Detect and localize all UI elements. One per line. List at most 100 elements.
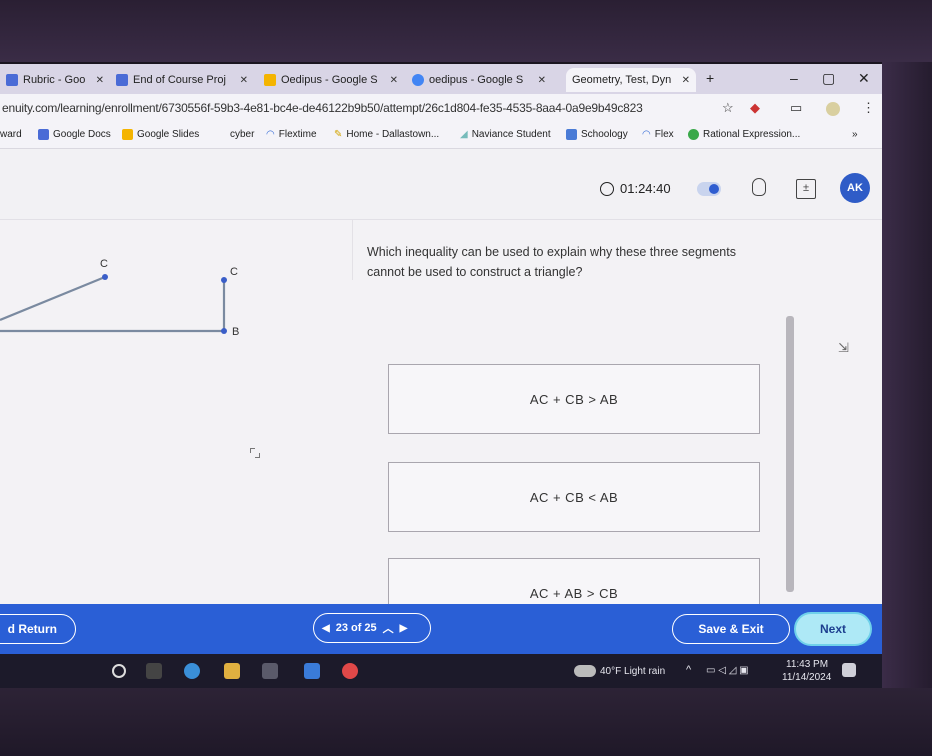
tab-label: Rubric - Goo bbox=[23, 74, 86, 86]
timer-icon bbox=[600, 181, 614, 196]
bookmark-flextime[interactable]: ◠ Flextime bbox=[266, 129, 317, 140]
docs-icon bbox=[38, 129, 49, 140]
monitor-bezel-bottom bbox=[0, 688, 932, 756]
lightbulb-hint-icon[interactable] bbox=[752, 178, 766, 196]
menu-kebab-icon[interactable]: ⋮ bbox=[862, 100, 875, 116]
tab-oedipus-slides[interactable]: Oedipus - Google S ✕ bbox=[258, 68, 404, 92]
label-b: B bbox=[232, 326, 240, 338]
bookmark-schoology[interactable]: Schoology bbox=[566, 129, 628, 140]
tab-label: Geometry, Test, Dyn bbox=[572, 74, 672, 86]
taskbar: 40°F Light rain ^ ▭ ◁ ◿ ▣ 11:43 PM 11/14… bbox=[0, 654, 882, 688]
bookmark-ward[interactable]: ward bbox=[0, 129, 22, 140]
monitor-bezel-right bbox=[882, 62, 932, 688]
label-c-left: C bbox=[100, 258, 108, 270]
bookmark-flex[interactable]: ◠ Flex bbox=[642, 129, 674, 140]
chevron-up-icon[interactable]: ︿ bbox=[383, 620, 394, 636]
url-field[interactable]: enuity.com/learning/enrollment/6730556f-… bbox=[2, 101, 643, 115]
sidepanel-icon[interactable]: ▭ bbox=[790, 100, 802, 116]
question-content: C C B Which inequality can be used to ex… bbox=[0, 220, 882, 628]
clock-time[interactable]: 11:43 PM bbox=[786, 659, 828, 670]
timer-toggle[interactable] bbox=[697, 182, 721, 196]
choice-text: AC + CB < AB bbox=[529, 489, 619, 505]
app-icon[interactable] bbox=[304, 663, 320, 679]
bookmark-google-slides[interactable]: Google Slides bbox=[122, 129, 199, 140]
calculator-icon[interactable]: ± bbox=[796, 179, 816, 199]
tab-rubric[interactable]: Rubric - Goo ✕ bbox=[0, 68, 110, 92]
previous-arrow-icon[interactable]: ◀ bbox=[322, 623, 330, 634]
bookmarks-bar: ward Google Docs Google Slides cyber ◠ Fl… bbox=[0, 124, 882, 149]
slides-favicon-icon bbox=[264, 74, 276, 86]
question-pager[interactable]: ◀ 23 of 25 ︿ ▶ bbox=[313, 613, 431, 643]
choice-text: AC + CB > AB bbox=[529, 391, 619, 407]
bookmarks-overflow-button[interactable]: » bbox=[852, 129, 858, 140]
avatar[interactable]: AK bbox=[840, 173, 870, 203]
bookmark-rational-expressions[interactable]: Rational Expression... bbox=[688, 129, 800, 140]
question-text: Which inequality can be used to explain … bbox=[367, 245, 736, 279]
return-button[interactable]: d Return bbox=[0, 614, 76, 644]
mouse-cursor-icon: ⇲ bbox=[838, 340, 849, 355]
segment-ac bbox=[0, 275, 106, 322]
close-tab-icon[interactable]: ✕ bbox=[682, 75, 690, 86]
tab-label: oedipus - Google S bbox=[429, 74, 524, 86]
arc-icon: ◠ bbox=[642, 129, 651, 140]
app-header: 01:24:40 ± AK bbox=[0, 149, 882, 220]
screen: Rubric - Goo ✕ End of Course Proj ✕ Oedi… bbox=[0, 64, 882, 688]
tab-label: Oedipus - Google S bbox=[281, 74, 378, 86]
chrome-icon[interactable] bbox=[184, 663, 200, 679]
file-explorer-icon[interactable] bbox=[224, 663, 240, 679]
close-tab-icon[interactable]: ✕ bbox=[240, 75, 248, 86]
feather-icon: ✎ bbox=[334, 129, 343, 140]
answer-choice-2[interactable]: AC + CB < AB bbox=[388, 462, 760, 532]
tab-end-of-course[interactable]: End of Course Proj ✕ bbox=[110, 68, 254, 92]
weather-text[interactable]: 40°F Light rain bbox=[600, 666, 665, 677]
point-c-left bbox=[102, 274, 108, 280]
point-c-right bbox=[221, 277, 227, 283]
store-icon[interactable] bbox=[262, 663, 278, 679]
bookmark-dallastown[interactable]: ✎ Home - Dallastown... bbox=[334, 129, 439, 140]
new-tab-button[interactable]: + bbox=[706, 70, 714, 86]
next-button[interactable]: Next bbox=[794, 612, 872, 646]
extension-icon[interactable]: ◆ bbox=[750, 100, 760, 116]
tab-geometry-test[interactable]: Geometry, Test, Dyn ✕ bbox=[566, 68, 696, 92]
timer: 01:24:40 bbox=[600, 181, 671, 196]
pane-divider bbox=[352, 220, 353, 280]
bookmark-naviance[interactable]: ◢ Naviance Student bbox=[460, 129, 551, 140]
bookmark-star-icon[interactable]: ☆ bbox=[722, 100, 734, 116]
profile-icon[interactable] bbox=[826, 102, 840, 116]
notification-icon[interactable] bbox=[842, 663, 856, 677]
tab-oedipus-search[interactable]: oedipus - Google S ✕ bbox=[406, 68, 552, 92]
save-exit-button[interactable]: Save & Exit bbox=[672, 614, 790, 644]
bookmark-cyber[interactable]: cyber bbox=[230, 129, 254, 140]
maximize-button[interactable]: ▢ bbox=[822, 70, 835, 87]
scrollbar-thumb[interactable] bbox=[786, 316, 794, 592]
close-tab-icon[interactable]: ✕ bbox=[390, 75, 398, 86]
search-circle-icon[interactable] bbox=[112, 664, 126, 678]
close-tab-icon[interactable]: ✕ bbox=[538, 75, 546, 86]
google-favicon-icon bbox=[412, 74, 424, 86]
tray-icons[interactable]: ▭ ◁ ◿ ▣ bbox=[706, 665, 749, 676]
timer-value: 01:24:40 bbox=[620, 181, 671, 196]
chrome-profile-icon[interactable] bbox=[342, 663, 358, 679]
answer-choice-1[interactable]: AC + CB > AB bbox=[388, 364, 760, 434]
browser-tab-strip: Rubric - Goo ✕ End of Course Proj ✕ Oedi… bbox=[0, 64, 882, 94]
rational-icon bbox=[688, 129, 699, 140]
doc-favicon-icon bbox=[116, 74, 128, 86]
doc-favicon-icon bbox=[6, 74, 18, 86]
clock-date[interactable]: 11/14/2024 bbox=[782, 672, 831, 683]
minimize-button[interactable]: – bbox=[790, 70, 798, 86]
expand-icon[interactable] bbox=[250, 448, 260, 458]
segments-diagram bbox=[0, 274, 227, 334]
tray-chevron-icon[interactable]: ^ bbox=[686, 664, 691, 676]
point-b bbox=[221, 328, 227, 334]
slides-icon bbox=[122, 129, 133, 140]
close-window-button[interactable]: ✕ bbox=[858, 70, 870, 87]
footer-nav: d Return ◀ 23 of 25 ︿ ▶ Save & Exit Next bbox=[0, 604, 882, 654]
arc-icon: ◠ bbox=[266, 129, 275, 140]
weather-cloud-icon bbox=[574, 665, 596, 677]
close-tab-icon[interactable]: ✕ bbox=[96, 75, 104, 86]
pager-text: 23 of 25 bbox=[335, 622, 377, 634]
bookmark-google-docs[interactable]: Google Docs bbox=[38, 129, 111, 140]
next-arrow-icon[interactable]: ▶ bbox=[400, 623, 408, 634]
task-view-icon[interactable] bbox=[146, 663, 162, 679]
schoology-icon bbox=[566, 129, 577, 140]
